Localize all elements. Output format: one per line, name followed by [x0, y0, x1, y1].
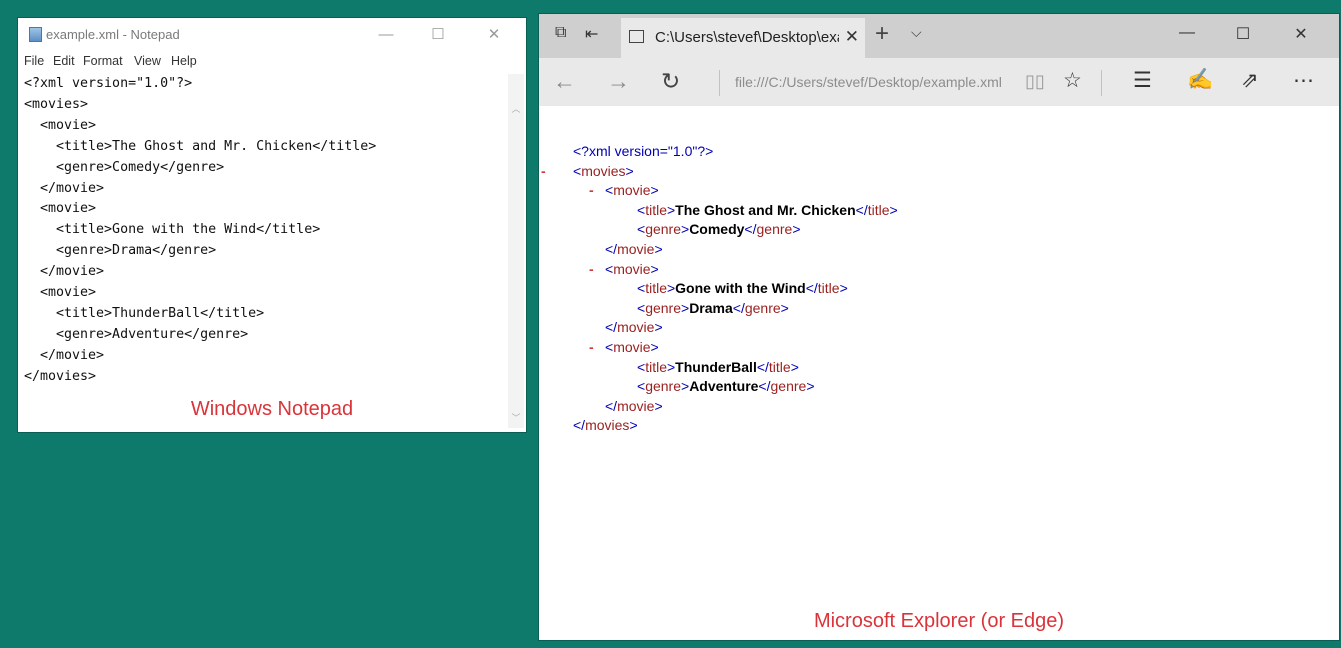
browser-minimize-button[interactable]: — — [1167, 24, 1207, 42]
xml-close-movie: </movie> — [605, 319, 663, 336]
divider — [1101, 70, 1102, 96]
menu-format[interactable]: Format — [83, 54, 123, 68]
text-line: </movie> — [24, 347, 105, 363]
xml-title-element: <title>Gone with the Wind</title> — [637, 280, 848, 297]
notepad-maximize-button[interactable]: ☐ — [418, 22, 458, 48]
collapse-toggle[interactable]: - — [589, 260, 594, 280]
xml-genre-element: <genre>Adventure</genre> — [637, 378, 815, 395]
text-line: <genre>Comedy</genre> — [24, 159, 225, 175]
page-icon — [629, 30, 644, 43]
browser-close-button[interactable]: ✕ — [1281, 24, 1321, 44]
back-arrow-icon[interactable]: ← — [553, 68, 576, 95]
tabs-aside-icon[interactable]: ⧉ — [555, 24, 566, 42]
forward-arrow-icon[interactable]: → — [607, 68, 630, 95]
text-line: </movies> — [24, 368, 97, 384]
notepad-app-icon — [29, 27, 42, 42]
text-line: <movie> — [24, 117, 97, 133]
tab-example-xml[interactable]: C:\Users\stevef\Desktop\example.xml ✕ — [621, 18, 865, 58]
notepad-close-button[interactable]: ✕ — [474, 22, 514, 48]
text-line: <title>Gone with the Wind</title> — [24, 222, 321, 238]
divider — [719, 70, 720, 96]
notepad-title: example.xml - Notepad — [46, 27, 180, 42]
menu-help[interactable]: Help — [171, 54, 197, 68]
xml-title-element: <title>The Ghost and Mr. Chicken</title> — [637, 201, 898, 218]
notepad-window: example.xml - Notepad — ☐ ✕ File Edit Fo… — [18, 18, 526, 432]
notepad-titlebar[interactable]: example.xml - Notepad — ☐ ✕ — [18, 18, 526, 52]
notepad-menubar: File Edit Format View Help — [18, 54, 526, 72]
xml-open-movie: <movie> — [605, 182, 659, 199]
text-line: <movies> — [24, 96, 89, 112]
xml-open-root: <movies> — [573, 162, 634, 179]
navigation-bar: ← → ↻ file:///C:/Users/stevef/Desktop/ex… — [539, 58, 1339, 106]
collapse-toggle[interactable]: - — [589, 338, 594, 358]
xml-close-movie: </movie> — [605, 241, 663, 257]
notepad-minimize-button[interactable]: — — [366, 22, 406, 48]
xml-open-movie: <movie> — [605, 339, 659, 355]
xml-genre-element: <genre>Comedy</genre> — [637, 221, 801, 238]
tab-close-icon[interactable]: ✕ — [845, 27, 859, 47]
text-line: <genre>Drama</genre> — [24, 243, 217, 259]
text-line: </movie> — [24, 264, 105, 280]
tab-title: C:\Users\stevef\Desktop\example.xml — [655, 29, 839, 46]
xml-genre-element: <genre>Drama</genre> — [637, 299, 789, 316]
text-line: </movie> — [24, 180, 105, 196]
xml-declaration: <?xml version="1.0"?> — [573, 143, 714, 159]
menu-view[interactable]: View — [134, 54, 161, 68]
edge-caption: Microsoft Explorer (or Edge) — [813, 610, 1065, 632]
reading-view-icon[interactable]: ▯▯ — [1025, 71, 1045, 92]
page-content: <?xml version="1.0"?> - <movies> - <movi… — [539, 106, 1339, 640]
browser-maximize-button[interactable]: ☐ — [1223, 24, 1263, 44]
favorites-star-icon[interactable]: ☆ — [1063, 68, 1082, 93]
new-tab-button[interactable]: + — [875, 20, 889, 48]
collapse-toggle[interactable]: - — [541, 162, 546, 182]
web-note-pen-icon[interactable]: ✍ — [1187, 68, 1213, 92]
xml-close-root: </movies> — [573, 417, 638, 434]
edge-window: ⧉ ⇤ C:\Users\stevef\Desktop\example.xml … — [539, 14, 1339, 640]
xml-close-movie: </movie> — [605, 397, 663, 414]
refresh-icon[interactable]: ↻ — [661, 68, 680, 95]
text-line: <movie> — [24, 285, 97, 301]
text-line: <movie> — [24, 201, 97, 217]
text-line: <title>The Ghost and Mr. Chicken</title> — [24, 138, 377, 154]
menu-file[interactable]: File — [24, 54, 44, 68]
tab-list-chevron-icon[interactable]: ⌵ — [911, 24, 922, 41]
share-icon[interactable]: ⇗ — [1241, 68, 1259, 93]
more-menu-icon[interactable]: ⋯ — [1293, 68, 1314, 93]
hub-icon[interactable]: ☰ — [1133, 68, 1152, 93]
xml-open-movie: <movie> — [605, 260, 659, 277]
collapse-toggle[interactable]: - — [589, 181, 594, 201]
menu-edit[interactable]: Edit — [53, 54, 75, 68]
tab-bar: ⧉ ⇤ C:\Users\stevef\Desktop\example.xml … — [539, 14, 1339, 58]
text-line: <genre>Adventure</genre> — [24, 326, 249, 342]
scroll-up-icon[interactable]: ︿ — [508, 102, 524, 115]
notepad-vertical-scrollbar[interactable]: ︿ ﹀ — [508, 74, 524, 428]
text-line: <?xml version="1.0"?> — [24, 76, 193, 91]
notepad-text-area[interactable]: <?xml version="1.0"?> <movies> <movie> <t… — [24, 74, 504, 428]
address-bar[interactable]: file:///C:/Users/stevef/Desktop/example.… — [735, 74, 1015, 90]
xml-title-element: <title>ThunderBall</title> — [637, 358, 799, 375]
text-line: <title>ThunderBall</title> — [24, 305, 265, 321]
notepad-caption: Windows Notepad — [190, 398, 354, 420]
set-tabs-aside-icon[interactable]: ⇤ — [585, 24, 598, 44]
